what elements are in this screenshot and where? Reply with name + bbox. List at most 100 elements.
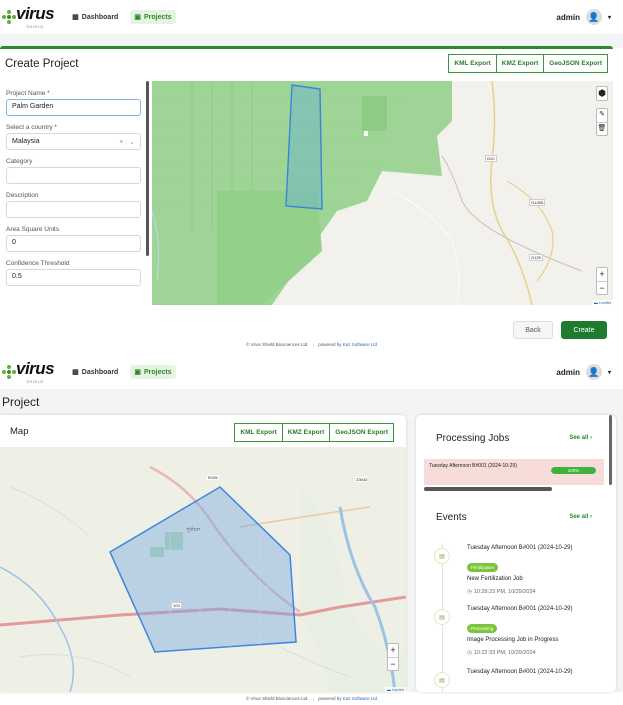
country-select[interactable]: Malaysia × | ⌄ bbox=[6, 133, 141, 150]
zoom-out-button[interactable]: − bbox=[597, 281, 607, 294]
export-group: KML Export KMZ Export GeoJSON Export bbox=[448, 54, 608, 73]
map-card-title: Map bbox=[10, 426, 29, 437]
user-avatar-icon: 👤 bbox=[585, 9, 602, 25]
nav-projects-label: Projects bbox=[143, 368, 172, 376]
chevron-down-icon: ⌄ bbox=[129, 138, 135, 146]
confidence-label: Confidence Threshold bbox=[6, 260, 70, 267]
back-button[interactable]: Back bbox=[513, 321, 553, 339]
event-time: ◷ 10:22:33 PM, 10/29/2024 bbox=[467, 650, 536, 656]
description-textarea[interactable] bbox=[6, 201, 141, 218]
nav-dashboard-link[interactable]: ▦ Dashboard bbox=[68, 10, 122, 24]
zoom-out-button[interactable]: − bbox=[388, 657, 398, 670]
leaflet-attribution[interactable]: ▬ Leaflet bbox=[591, 300, 613, 305]
geojson-export-button[interactable]: GeoJSON Export bbox=[330, 423, 394, 442]
brand-logo[interactable]: virus SHIELD bbox=[2, 3, 55, 29]
logo-text: virus bbox=[16, 358, 55, 378]
logo-subtext: SHIELD bbox=[26, 378, 44, 384]
road-label-z3043: Z3043 bbox=[355, 477, 369, 482]
kml-export-button[interactable]: KML Export bbox=[234, 423, 283, 442]
clock-icon: ◷ bbox=[467, 589, 472, 595]
project-name-input[interactable]: Palm Garden bbox=[6, 99, 141, 116]
user-avatar-icon: 👤 bbox=[585, 364, 602, 380]
grid-icon: ▦ bbox=[72, 369, 79, 376]
create-button[interactable]: Create bbox=[561, 321, 607, 339]
category-input[interactable] bbox=[6, 167, 141, 184]
nav-dashboard-label: Dashboard bbox=[81, 368, 119, 376]
zoom-in-button[interactable]: + bbox=[388, 644, 398, 657]
nav-dashboard-label: Dashboard bbox=[81, 13, 119, 21]
edit-icon[interactable]: ✎ bbox=[597, 109, 607, 122]
kmz-export-button[interactable]: KMZ Export bbox=[282, 423, 331, 442]
road-label-103: 103 bbox=[172, 603, 181, 608]
username: admin bbox=[556, 12, 580, 22]
events-see-all-link[interactable]: See all › bbox=[569, 514, 592, 520]
road-label-g128s: G128S bbox=[529, 199, 546, 206]
events-title: Events bbox=[436, 512, 467, 523]
document-icon: ▤ bbox=[434, 609, 450, 625]
job-name: Tuesday Afternoon B#001 (2024-10-29) bbox=[429, 463, 517, 469]
logo-subtext: SHIELD bbox=[26, 23, 44, 29]
create-map[interactable]: G20 G128S G125 ⬢ ✎ 🗑 + − ▬ Leaflet bbox=[152, 81, 613, 305]
nav-projects-link[interactable]: ▣ Projects bbox=[130, 10, 176, 24]
event-desc: Image Processing Job in Progress bbox=[467, 637, 559, 643]
zoom-control-2[interactable]: + − bbox=[387, 643, 399, 671]
job-item[interactable]: Tuesday Afternoon B#001 (2024-10-29) 100… bbox=[424, 459, 604, 485]
country-label: Select a country * bbox=[6, 124, 57, 131]
side-panel: Processing Jobs See all › Tuesday Aftern… bbox=[416, 415, 616, 692]
form-scrollbar[interactable] bbox=[146, 81, 149, 256]
nav-projects-link-2[interactable]: ▣ Projects bbox=[130, 365, 176, 379]
event-title: Tuesday Afternoon B#001 (2024-10-29) bbox=[467, 606, 573, 612]
user-menu[interactable]: admin 👤 ▾ bbox=[556, 9, 611, 25]
footer-bottom: © Virus Shield Biosciences Ltd. | powere… bbox=[245, 696, 378, 701]
bottom-navbar: virus SHIELD ▦ Dashboard ▣ Projects admi… bbox=[0, 355, 623, 389]
road-label-r105: R105 bbox=[207, 475, 219, 480]
road-label-g125: G125 bbox=[529, 254, 543, 261]
event-title: Tuesday Afternoon B#001 (2024-10-29) bbox=[467, 545, 573, 551]
category-label: Category bbox=[6, 158, 33, 165]
area-label: Area Square Units bbox=[6, 226, 60, 233]
nav-dashboard-link-2[interactable]: ▦ Dashboard bbox=[68, 365, 122, 379]
road-label-g20: G20 bbox=[485, 155, 497, 162]
jobs-scrollbar[interactable] bbox=[424, 487, 552, 491]
zoom-in-button[interactable]: + bbox=[597, 268, 607, 281]
polygon-draw-icon[interactable]: ⬢ bbox=[597, 87, 607, 100]
logo-dots-icon bbox=[2, 10, 16, 24]
document-icon: ▤ bbox=[434, 672, 450, 688]
create-map-tiles bbox=[152, 81, 583, 305]
brand-logo-2[interactable]: virus SHIELD bbox=[2, 358, 55, 384]
page-title: Create Project bbox=[5, 58, 79, 70]
panel-scrollbar[interactable] bbox=[609, 415, 612, 485]
event-badge: Processing bbox=[467, 624, 498, 633]
geojson-export-button[interactable]: GeoJSON Export bbox=[544, 54, 608, 73]
zoom-control[interactable]: + − bbox=[596, 267, 608, 295]
project-map[interactable]: R105 Z3043 103 পূর্বাচল + − ▬ Leaflet bbox=[0, 447, 406, 692]
project-map-tiles bbox=[0, 447, 406, 692]
jobs-see-all-link[interactable]: See all › bbox=[569, 435, 592, 441]
confidence-input[interactable]: 0.5 bbox=[6, 269, 141, 286]
kml-export-button[interactable]: KML Export bbox=[448, 54, 497, 73]
job-progress-bar: 100% bbox=[551, 467, 596, 474]
edit-tools[interactable]: ✎ 🗑 bbox=[596, 108, 608, 136]
clear-select-icon[interactable]: × | ⌄ bbox=[119, 138, 135, 146]
trash-icon[interactable]: 🗑 bbox=[597, 122, 607, 135]
event-time: ◷ 10:28:23 PM, 10/29/2024 bbox=[467, 589, 536, 595]
draw-tool[interactable]: ⬢ bbox=[596, 86, 608, 101]
event-desc: New Fertilization Job bbox=[467, 576, 523, 582]
project-page-title: Project bbox=[2, 395, 40, 409]
footer-company-link[interactable]: Kaz Software Ltd bbox=[343, 342, 377, 347]
area-input[interactable]: 0 bbox=[6, 235, 141, 252]
logo-text: virus bbox=[16, 3, 55, 23]
kmz-export-button[interactable]: KMZ Export bbox=[496, 54, 545, 73]
grid-icon: ▦ bbox=[72, 14, 79, 21]
document-icon: ▤ bbox=[434, 548, 450, 564]
user-menu-2[interactable]: admin 👤 ▾ bbox=[556, 364, 611, 380]
leaflet-attribution-2[interactable]: ▬ Leaflet bbox=[384, 687, 406, 692]
footer-company-link[interactable]: Kaz Software Ltd bbox=[343, 696, 377, 701]
description-label: Description bbox=[6, 192, 39, 199]
map-card: Map KML Export KMZ Export GeoJSON Export bbox=[0, 415, 406, 692]
create-project-card: Create Project KML Export KMZ Export Geo… bbox=[0, 46, 613, 340]
project-form: Project Name * Palm Garden Select a coun… bbox=[6, 81, 141, 313]
event-badge: Fertilization bbox=[467, 563, 499, 572]
chevron-down-icon: ▾ bbox=[607, 14, 611, 21]
place-label: পূর্বাচল bbox=[186, 527, 201, 533]
